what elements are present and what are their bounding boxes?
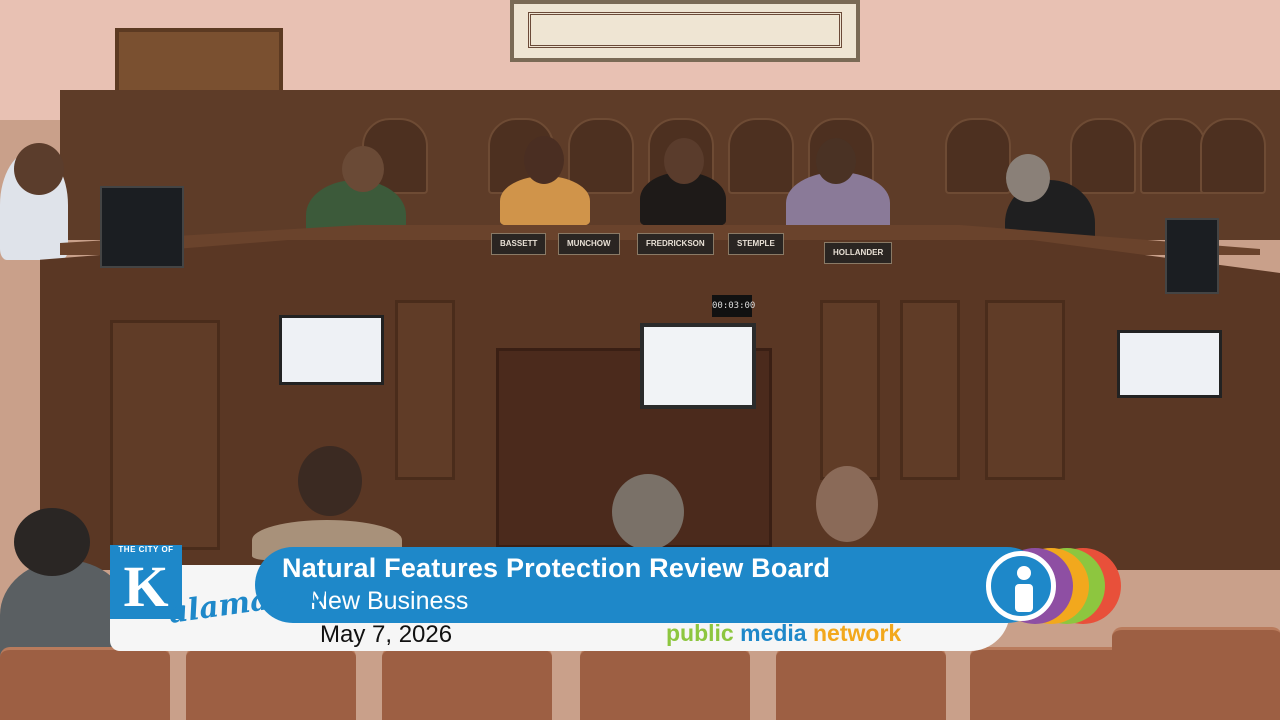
chair <box>0 647 170 720</box>
person-head <box>664 138 704 184</box>
audience-head <box>816 466 878 542</box>
dais-panel <box>110 320 220 550</box>
dais-panel <box>985 300 1065 480</box>
network-wordmark: public media network <box>666 620 901 647</box>
wall-panel <box>728 118 794 194</box>
wall-panel <box>1140 118 1206 194</box>
city-of-kalamazoo-logo: THE CITY OF K alamazoo <box>110 545 328 631</box>
desk-monitor <box>1165 218 1219 294</box>
wall-panel <box>1200 118 1266 194</box>
chair <box>776 647 946 720</box>
person-head <box>342 146 384 192</box>
wall-panel <box>568 118 634 194</box>
info-person-icon <box>986 551 1056 621</box>
person-head <box>524 136 564 184</box>
dais-panel <box>900 300 960 480</box>
dais-panel <box>395 300 455 480</box>
program-title: Natural Features Protection Review Board <box>282 553 831 583</box>
nameplate: BASSETT <box>491 233 547 255</box>
audience-cap <box>14 508 90 576</box>
info-bar <box>1015 584 1033 612</box>
nameplate: FREDRICKSON <box>637 233 714 255</box>
chair <box>1112 627 1280 720</box>
desk-monitor <box>100 186 184 268</box>
wall-sign <box>1117 330 1222 398</box>
program-date: May 7, 2026 <box>320 621 453 648</box>
network-word-network: network <box>813 620 902 646</box>
chair <box>382 647 552 720</box>
audience-head <box>298 446 362 516</box>
chair <box>186 647 356 720</box>
nameplate: STEMPLE <box>728 233 784 255</box>
info-dot <box>1017 566 1031 580</box>
network-word-media: media <box>740 620 807 646</box>
podium-monitor <box>640 323 756 409</box>
network-word-public: public <box>666 620 734 646</box>
person-head <box>1006 154 1050 202</box>
dais-panel <box>820 300 880 480</box>
wall-sign <box>279 315 384 385</box>
nameplate: MUNCHOW <box>558 233 620 255</box>
wall-panel <box>1070 118 1136 194</box>
wall-painting <box>510 0 860 62</box>
person-head <box>816 138 856 184</box>
program-subtitle: New Business <box>310 587 469 615</box>
person-head <box>14 143 64 195</box>
chair <box>580 647 750 720</box>
wall-panel <box>945 118 1011 194</box>
audience-head <box>612 474 684 550</box>
speaker-timer: 00:03:00 <box>712 295 755 317</box>
nameplate: HOLLANDER <box>824 242 893 264</box>
